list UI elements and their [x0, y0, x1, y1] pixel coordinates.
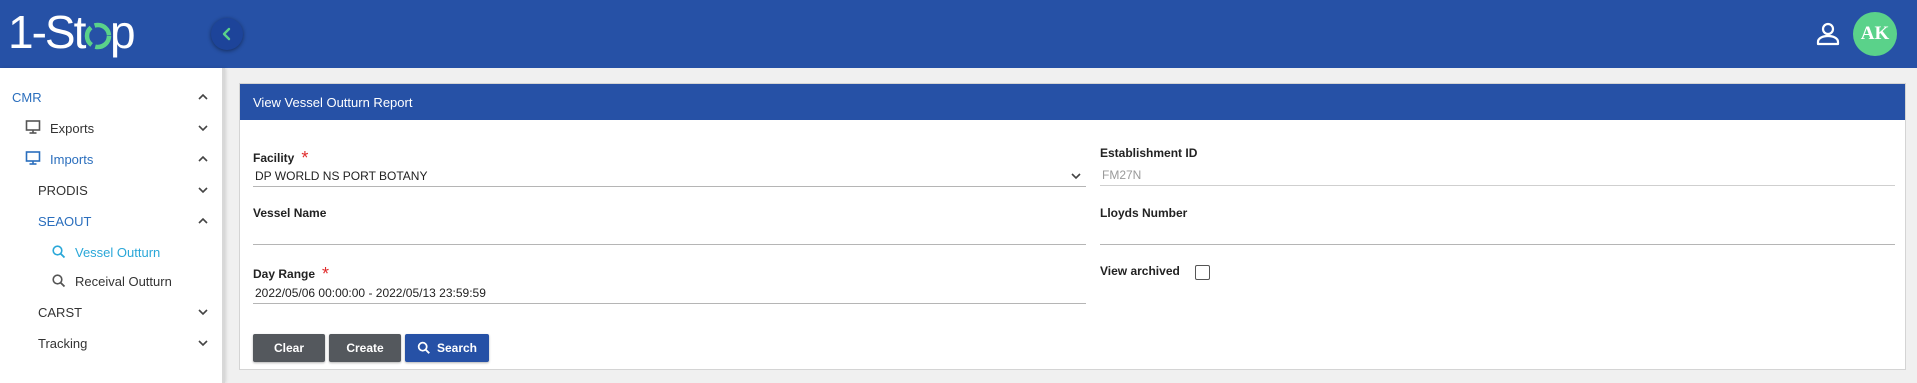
sidebar-item-label: CMR [12, 89, 42, 105]
search-icon [52, 274, 66, 288]
sidebar-item-seaout[interactable]: SEAOUT [0, 208, 222, 234]
sidebar-item-tracking[interactable]: Tracking [0, 330, 222, 356]
top-bar: 1-St p AK [0, 0, 1917, 68]
establishment-id-field: FM27N [1100, 164, 1895, 186]
search-icon [52, 245, 66, 259]
sidebar-item-label: PRODIS [38, 182, 88, 198]
sidebar-item-prodis[interactable]: PRODIS [0, 177, 222, 203]
svg-text:1-St: 1-St [8, 8, 87, 58]
establishment-id-label: Establishment ID [1100, 146, 1198, 160]
clear-button[interactable]: Clear [253, 334, 325, 362]
logo-mark: 1-St p [8, 8, 136, 58]
lloyds-number-input[interactable] [1100, 223, 1895, 245]
view-archived-label: View archived [1100, 264, 1180, 278]
sidebar-item-exports[interactable]: Exports [0, 115, 222, 141]
chevron-up-icon [198, 155, 208, 162]
sidebar-item-label: Tracking [38, 335, 88, 351]
sidebar-collapse-button[interactable] [211, 18, 243, 50]
sidebar-item-receival-outturn[interactable]: Receival Outturn [0, 268, 222, 294]
sidebar-item-label: Receival Outturn [75, 273, 172, 289]
chevron-down-icon [1071, 173, 1081, 180]
sidebar-item-label: Exports [50, 120, 95, 136]
chevron-up-icon [198, 217, 208, 224]
chevron-left-icon [222, 27, 231, 41]
vessel-name-input[interactable] [253, 223, 1086, 245]
sidebar-item-carst[interactable]: CARST [0, 299, 222, 325]
lloyds-number-label: Lloyds Number [1100, 206, 1188, 220]
sidebar: CMR Exports Imports PRODIS SEAOUT Vessel… [0, 68, 225, 383]
day-range-input[interactable]: 2022/05/06 00:00:00 - 2022/05/13 23:59:5… [253, 282, 1086, 304]
day-range-label-text: Day Range [253, 267, 316, 281]
logo[interactable]: 1-St p [8, 8, 136, 60]
vessel-name-label: Vessel Name [253, 206, 327, 220]
monitor-icon [25, 120, 41, 134]
sidebar-item-imports[interactable]: Imports [0, 146, 222, 172]
day-range-label: Day Range * [253, 262, 330, 284]
view-archived-checkbox[interactable] [1195, 265, 1210, 280]
sidebar-item-label: Imports [50, 151, 94, 167]
search-button[interactable]: Search [405, 334, 489, 362]
avatar[interactable]: AK [1853, 12, 1897, 56]
monitor-icon [25, 151, 41, 165]
search-button-label: Search [436, 341, 478, 355]
facility-value: DP WORLD NS PORT BOTANY [255, 168, 428, 183]
chevron-down-icon [198, 187, 208, 194]
user-icon[interactable] [1815, 21, 1841, 47]
chevron-down-icon [198, 125, 208, 132]
facility-label-text: Facility [253, 151, 295, 165]
card-title: View Vessel Outturn Report [240, 84, 1905, 120]
facility-select[interactable]: DP WORLD NS PORT BOTANY [253, 165, 1086, 187]
sidebar-item-label: CARST [38, 304, 83, 320]
sidebar-item-vessel-outturn[interactable]: Vessel Outturn [0, 239, 222, 265]
chevron-down-icon [198, 309, 208, 316]
chevron-down-icon [198, 340, 208, 347]
facility-label: Facility * [253, 146, 308, 168]
sidebar-item-label: Vessel Outturn [75, 244, 161, 260]
sidebar-item-cmr[interactable]: CMR [0, 84, 222, 110]
sidebar-item-label: SEAOUT [38, 213, 92, 229]
chevron-up-icon [198, 93, 208, 100]
vessel-outturn-card: View Vessel Outturn Report Facility * DP … [239, 83, 1906, 370]
create-button[interactable]: Create [329, 334, 401, 362]
search-icon [417, 341, 430, 354]
svg-text:p: p [110, 8, 136, 58]
required-marker: * [322, 264, 330, 284]
